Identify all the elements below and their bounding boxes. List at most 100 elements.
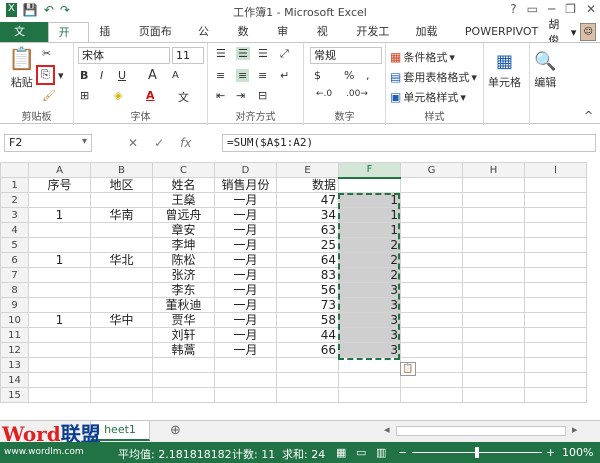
cell[interactable] [28,372,91,388]
formula-input[interactable]: =SUM($A$1:A2) [222,134,596,152]
user-account[interactable]: 胡俊 ▾ ☺ [548,18,600,47]
cell[interactable] [90,327,153,343]
tab-review[interactable]: 审阅 [267,22,307,58]
cell[interactable] [90,267,153,283]
cell[interactable] [524,297,587,313]
conditional-formatting-button[interactable]: ▦ 条件格式 ▾ [390,49,455,65]
cell[interactable] [90,282,153,298]
phonetic-icon[interactable]: 文 [178,89,189,105]
cell[interactable] [152,387,215,403]
cell[interactable]: 李坤 [152,237,215,253]
align-left-icon[interactable]: ≡ [216,69,225,82]
currency-button[interactable]: $ [314,69,321,82]
cell[interactable] [462,312,525,328]
column-header[interactable]: F [338,162,401,179]
cell[interactable] [214,357,277,373]
cell[interactable]: 一月 [214,192,277,208]
cell[interactable] [152,372,215,388]
cell[interactable] [524,207,587,223]
cell[interactable]: 华中 [90,312,153,328]
font-size-select[interactable]: 11 [172,47,204,64]
cell[interactable] [462,252,525,268]
cell[interactable] [400,282,463,298]
row-header[interactable]: 15 [0,387,29,403]
column-header[interactable]: B [90,162,153,178]
cell[interactable] [462,237,525,253]
cell[interactable] [400,312,463,328]
cell[interactable] [400,222,463,238]
cell[interactable]: 47 [276,192,339,208]
cell[interactable]: 66 [276,342,339,358]
cell[interactable]: 刘轩 [152,327,215,343]
cell[interactable] [400,387,463,403]
align-center-icon[interactable]: ≡ [236,69,250,82]
align-bottom-icon[interactable]: ☰ [258,47,268,60]
column-header[interactable]: A [28,162,91,178]
cell[interactable]: 2 [338,267,401,283]
cell[interactable] [524,387,587,403]
italic-button[interactable]: I [100,69,103,82]
cell[interactable] [90,342,153,358]
page-break-view-icon[interactable]: ▥ [376,446,386,459]
copy-icon[interactable]: ⎘ [36,65,55,85]
row-header[interactable]: 13 [0,357,29,373]
cell[interactable]: 56 [276,282,339,298]
increase-decimal-icon[interactable]: ←.0 [316,89,332,99]
cell[interactable]: 一月 [214,207,277,223]
cell[interactable]: 曾远舟 [152,207,215,223]
horizontal-scrollbar[interactable] [396,426,566,436]
cell[interactable]: 63 [276,222,339,238]
row-header[interactable]: 6 [0,252,29,268]
cell[interactable] [28,192,91,208]
cell[interactable] [400,177,463,193]
format-painter-icon[interactable]: 🖌 [42,89,56,102]
cell[interactable]: 一月 [214,267,277,283]
cell[interactable]: 1 [28,207,91,223]
cell[interactable]: 一月 [214,282,277,298]
cell[interactable]: 一月 [214,342,277,358]
cell[interactable]: 序号 [28,177,91,193]
cell[interactable]: 3 [338,312,401,328]
cell[interactable] [400,297,463,313]
column-header[interactable]: I [524,162,587,178]
row-header[interactable]: 12 [0,342,29,358]
borders-icon[interactable]: ⊞ [80,89,89,102]
cell[interactable] [400,342,463,358]
cell[interactable]: 一月 [214,237,277,253]
cell[interactable] [462,327,525,343]
cell[interactable] [28,222,91,238]
cell[interactable] [400,192,463,208]
decrease-indent-icon[interactable]: ⇤ [216,89,225,102]
cell[interactable]: 1 [338,192,401,208]
cell[interactable] [462,222,525,238]
cell[interactable]: 地区 [90,177,153,193]
cell[interactable] [338,177,401,193]
cell[interactable]: 3 [338,282,401,298]
cell[interactable] [28,327,91,343]
shrink-font-button[interactable]: A [172,70,179,81]
column-header[interactable]: C [152,162,215,178]
merge-center-icon[interactable]: ⊟ [258,89,267,102]
cell[interactable] [524,312,587,328]
column-header[interactable]: E [276,162,339,178]
add-sheet-icon[interactable]: ⊕ [170,423,181,438]
cell[interactable]: 25 [276,237,339,253]
cell[interactable]: 韩蒿 [152,342,215,358]
orientation-icon[interactable]: ⤢ [280,47,289,61]
cell[interactable] [524,327,587,343]
cell[interactable]: 一月 [214,312,277,328]
cell[interactable]: 一月 [214,327,277,343]
scroll-left-icon[interactable]: ◂ [384,423,390,436]
cell[interactable] [400,207,463,223]
row-header[interactable]: 2 [0,192,29,208]
cut-icon[interactable]: ✂ [42,47,51,60]
row-header[interactable]: 5 [0,237,29,253]
tab-home[interactable]: 开始 [47,22,90,59]
cell[interactable]: 数据 [276,177,339,193]
tab-view[interactable]: 视图 [307,22,347,58]
cell[interactable]: 陈松 [152,252,215,268]
tab-data[interactable]: 数据 [228,22,268,58]
increase-indent-icon[interactable]: ⇥ [236,89,245,102]
chevron-down-icon[interactable]: ▾ [82,136,87,147]
cell[interactable] [28,357,91,373]
